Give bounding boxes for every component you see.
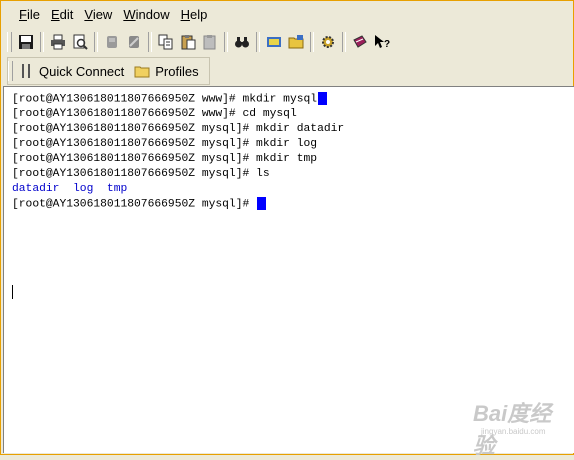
open-folder-button[interactable] — [285, 31, 307, 53]
profiles-button[interactable]: Profiles — [130, 60, 204, 82]
quick-connect-icon — [22, 64, 30, 78]
menu-help[interactable]: Help — [181, 7, 208, 22]
toolbar-separator — [256, 32, 260, 52]
terminal-line: [root@AY130618011807666950Z mysql]# mkdi… — [12, 138, 318, 150]
keys-book-icon — [353, 35, 367, 48]
paste-button[interactable] — [177, 31, 199, 53]
toolbar-separator — [94, 32, 98, 52]
svg-text:?: ? — [384, 39, 390, 50]
profiles-label: Profiles — [155, 63, 199, 79]
help-whats-this-icon: ? — [375, 35, 390, 50]
keys-book-button[interactable] — [349, 31, 371, 53]
text-caret — [12, 285, 13, 299]
terminal-line: [root@AY130618011807666950Z mysql]# mkdi… — [12, 153, 318, 165]
quick-connect-label: Quick Connect — [39, 63, 125, 79]
menu-file[interactable]: File — [19, 7, 40, 22]
toolbar-separator — [148, 32, 152, 52]
find-button[interactable] — [231, 31, 253, 53]
reconnect-icon — [129, 36, 139, 48]
watermark-url: jingyan.baidu.com — [481, 427, 546, 436]
find-icon — [235, 37, 249, 48]
menu-edit[interactable]: Edit — [51, 7, 73, 22]
save-button[interactable] — [15, 31, 37, 53]
folder-icon — [134, 66, 150, 78]
whats-this-button[interactable]: ? — [371, 31, 393, 53]
paste-icon — [181, 35, 196, 50]
toolbar-separator — [342, 32, 346, 52]
terminal-ls-output: datadir log tmp — [12, 183, 128, 195]
terminal-cursor — [318, 92, 328, 105]
toolbar-separator — [40, 32, 44, 52]
toolbar-separator — [224, 32, 228, 52]
terminal-prompt-text: [root@AY130618011807666950Z mysql]# — [12, 198, 257, 211]
main-toolbar: ? — [7, 29, 393, 55]
new-file-transfer-button[interactable] — [263, 31, 285, 53]
menu-window[interactable]: Window — [123, 7, 169, 22]
print-button[interactable] — [47, 31, 69, 53]
toolbar-grip[interactable] — [8, 61, 13, 81]
print-preview-icon — [73, 34, 88, 50]
disconnect-button[interactable] — [101, 31, 123, 53]
terminal-line: [root@AY130618011807666950Z mysql]# mkdi… — [12, 123, 345, 135]
copy-button[interactable] — [155, 31, 177, 53]
quick-connect-button[interactable]: Quick Connect — [16, 60, 130, 82]
menu-view[interactable]: View — [84, 7, 112, 22]
toolbar-separator — [310, 32, 314, 52]
menu-bar: File Edit View Window Help — [1, 1, 573, 27]
quick-connect-toolbar: Quick Connect Profiles — [7, 57, 210, 85]
terminal-prompt-line: [root@AY130618011807666950Z mysql]# — [12, 197, 267, 212]
terminal-line: [root@AY130618011807666950Z mysql]# ls — [12, 168, 270, 180]
terminal-line: [root@AY130618011807666950Z www]# cd mys… — [12, 108, 297, 120]
save-icon — [19, 35, 33, 49]
open-folder-icon — [288, 35, 304, 49]
terminal-line-text: [root@AY130618011807666950Z www]# mkdir … — [12, 93, 318, 106]
paste-special-button[interactable] — [199, 31, 221, 53]
copy-icon — [158, 34, 173, 50]
disconnect-icon — [107, 36, 117, 48]
application-window: File Edit View Window Help ? Quick Conne… — [0, 0, 574, 458]
quick-connect-toolbar-row: Quick Connect Profiles — [1, 55, 573, 85]
print-icon — [51, 34, 65, 50]
toolbar-grip[interactable] — [7, 32, 12, 52]
terminal-cursor — [257, 197, 267, 210]
watermark: Bai度经验 jingyan.baidu.com — [473, 396, 573, 460]
reconnect-button[interactable] — [123, 31, 145, 53]
new-file-transfer-icon — [267, 37, 281, 47]
settings-button[interactable] — [317, 31, 339, 53]
settings-icon — [322, 36, 334, 48]
terminal-line: [root@AY130618011807666950Z www]# mkdir … — [12, 92, 328, 107]
print-preview-button[interactable] — [69, 31, 91, 53]
paste-special-icon — [203, 35, 216, 50]
